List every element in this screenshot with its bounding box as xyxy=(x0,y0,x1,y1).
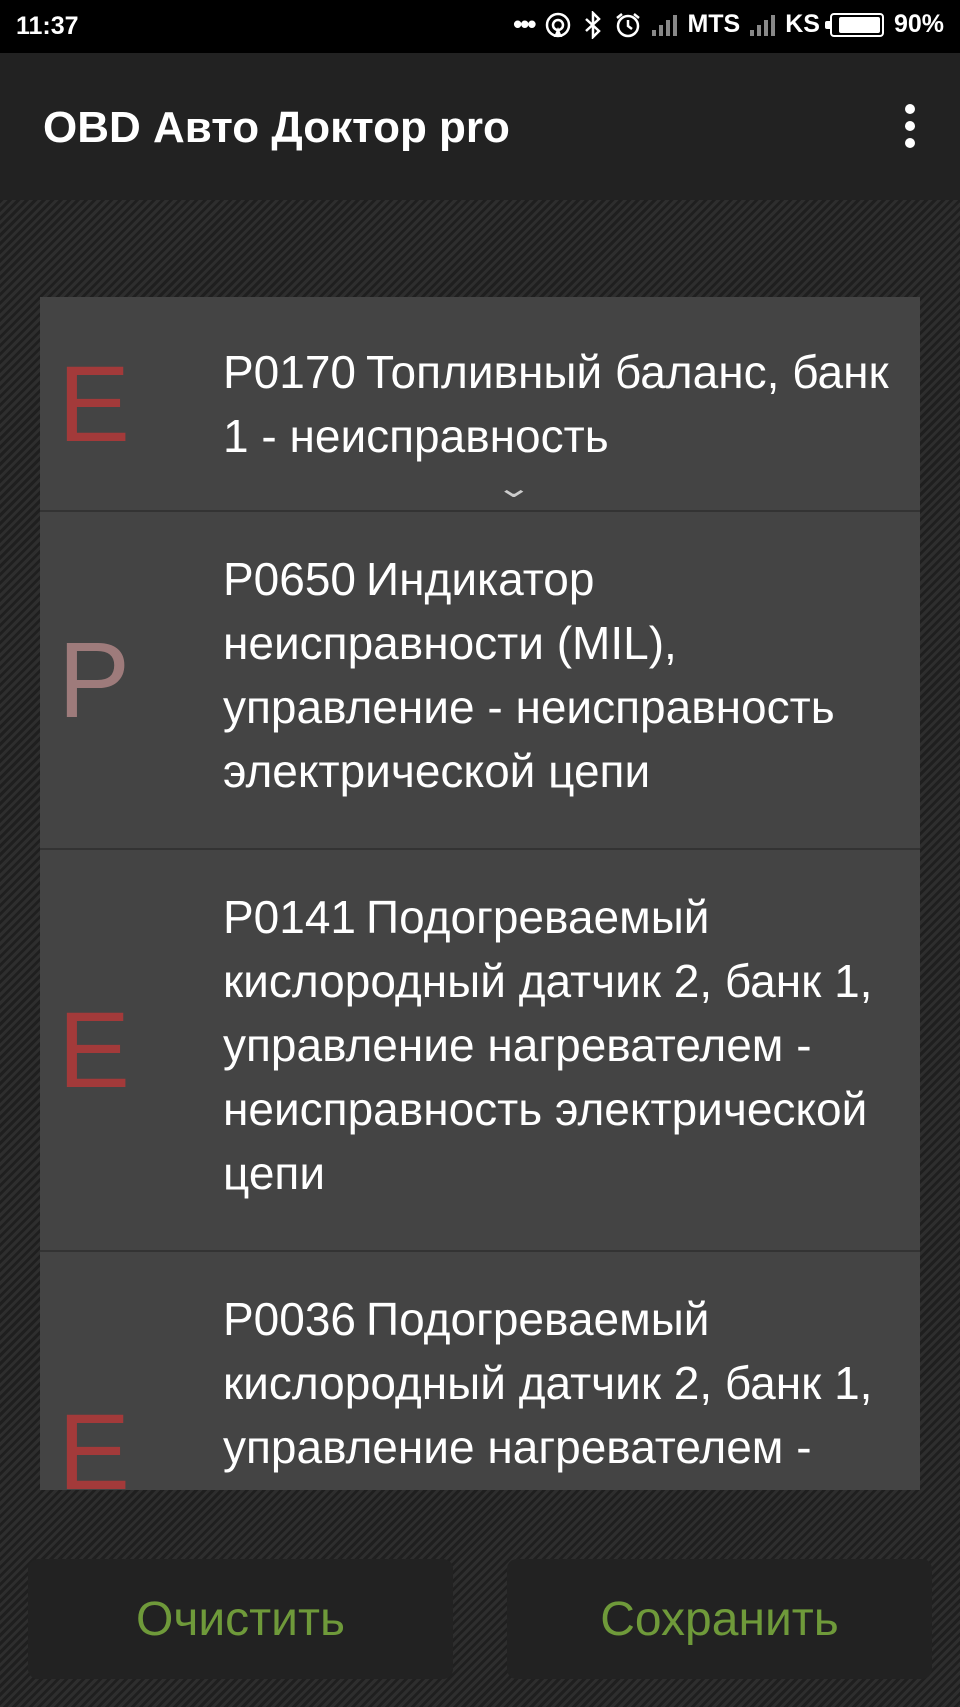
more-dots-icon: ••• xyxy=(513,9,536,39)
code-type-letter: E xyxy=(58,1391,131,1491)
app-bar: OBD Авто Доктор pro xyxy=(0,53,960,200)
code-id: P0141 xyxy=(223,891,357,943)
list-item[interactable]: P P0650 Индикатор неисправности (MIL), уп… xyxy=(40,512,920,850)
code-type-letter: E xyxy=(58,342,131,464)
carrier1-label: MTS xyxy=(687,10,741,38)
code-id: P0650 xyxy=(223,553,357,605)
code-type-letter: E xyxy=(58,989,131,1110)
clear-button[interactable]: Очистить xyxy=(28,1559,453,1679)
code-id: P0170 xyxy=(223,345,357,398)
carrier2-label: KS xyxy=(785,10,820,38)
hotspot-icon xyxy=(546,12,571,37)
code-text: P0650 Индикатор неисправности (MIL), упра… xyxy=(223,537,920,823)
battery-icon xyxy=(824,12,884,37)
save-button[interactable]: Сохранить xyxy=(507,1559,932,1679)
status-bar: 11:37 ••• MTS KS 90% xyxy=(0,0,960,53)
list-item[interactable]: E P0170 Топливный баланс, банк 1 - неиспр… xyxy=(40,297,920,512)
overflow-menu-icon[interactable] xyxy=(880,91,940,161)
bluetooth-icon xyxy=(585,10,602,39)
alarm-icon xyxy=(616,12,641,37)
code-text: P0170 Топливный баланс, банк 1 - неисправ… xyxy=(223,320,920,488)
code-text: P0036 Подогреваемый кислородный датчик 2,… xyxy=(223,1277,920,1490)
battery-percent: 90% xyxy=(893,10,944,38)
chevron-down-icon[interactable]: ⌄ xyxy=(495,471,533,504)
code-id: P0036 xyxy=(223,1293,357,1345)
status-icons: ••• MTS KS 90% xyxy=(513,9,944,40)
list-item[interactable]: E P0141 Подогреваемый кислородный датчик … xyxy=(40,850,920,1252)
code-text: P0141 Подогреваемый кислородный датчик 2,… xyxy=(223,875,920,1225)
status-time: 11:37 xyxy=(16,12,79,40)
signal-icon xyxy=(750,14,776,36)
app-title: OBD Авто Доктор pro xyxy=(43,103,510,152)
list-item[interactable]: E P0036 Подогреваемый кислородный датчик … xyxy=(40,1252,920,1490)
code-type-letter: P xyxy=(58,619,131,740)
signal-icon xyxy=(652,14,678,36)
trouble-code-list[interactable]: E P0170 Топливный баланс, банк 1 - неиспр… xyxy=(40,297,920,1490)
